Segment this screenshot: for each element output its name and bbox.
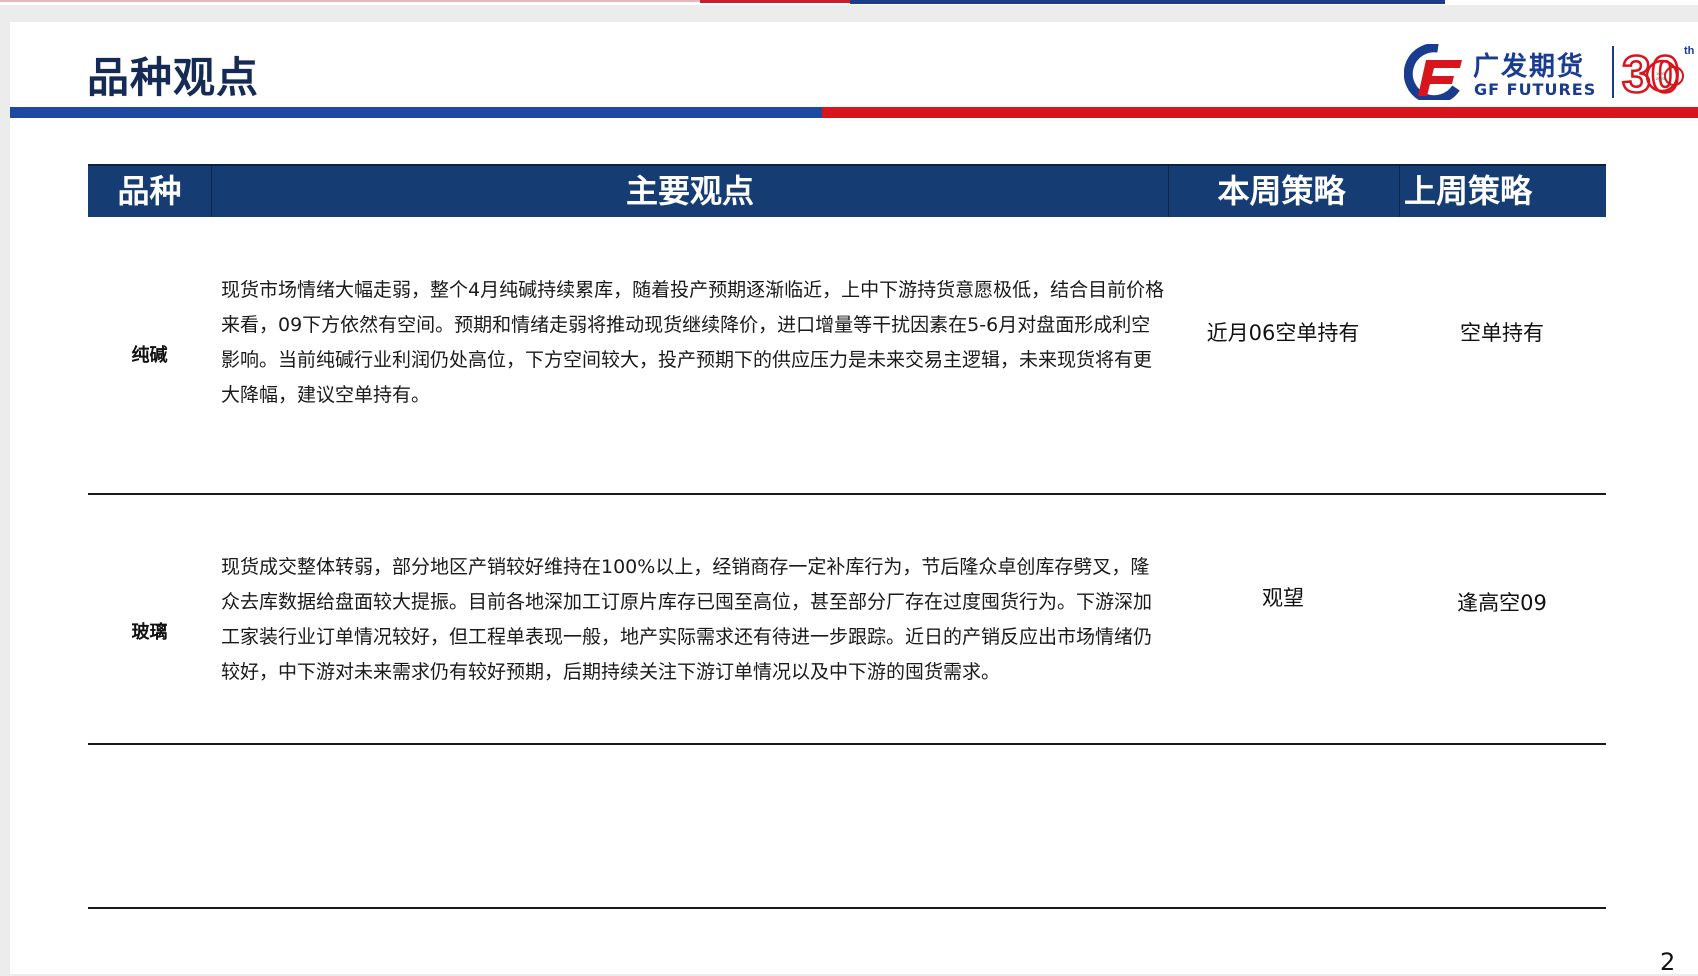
variety-cell: 纯碱: [131, 345, 168, 366]
anniversary-year-bottom: 2023: [1656, 76, 1666, 81]
top-strip-pink: [0, 0, 700, 2]
header-variety: 品种: [117, 172, 182, 210]
strategy-table: 品种 主要观点 本周策略 上周策略 纯碱 现货市场情绪大幅走弱，整个4月纯碱持续…: [88, 164, 1606, 909]
header-bar-red: [822, 107, 1698, 118]
page-number: 2: [1660, 948, 1676, 976]
variety-cell: 玻璃: [131, 622, 168, 643]
slide: 品种观点 广发期货 GF FUTURES 30 th 1993 2023 品种 …: [10, 22, 1698, 974]
anniversary-suffix: th: [1684, 45, 1695, 57]
last-week-strategy-cell: 空单持有: [1460, 321, 1544, 345]
gf-logo-icon: [1404, 44, 1462, 100]
header-this-week: 本周策略: [1217, 172, 1346, 210]
top-strip-red: [700, 0, 850, 3]
anniversary-30-badge: 30 th 1993 2023: [1621, 45, 1695, 104]
logo-name-en: GF FUTURES: [1474, 80, 1597, 99]
top-strip-blue: [850, 0, 1445, 4]
anniversary-number: 30: [1622, 46, 1680, 104]
header-bar-blue: [10, 107, 822, 118]
top-strip: [0, 0, 1698, 5]
page-title: 品种观点: [87, 53, 260, 102]
gf-futures-logo: 广发期货 GF FUTURES 30 th 1993 2023: [1400, 42, 1698, 104]
table-row: 纯碱 现货市场情绪大幅走弱，整个4月纯碱持续累库，随着投产预期逐渐临近，上中下游…: [88, 217, 1606, 495]
view-cell: 现货成交整体转弱，部分地区产销较好维持在100%以上，经销商存一定补库行为，节后…: [221, 556, 1153, 683]
header-main-view: 主要观点: [625, 172, 754, 210]
table-header: 品种 主要观点 本周策略 上周策略: [88, 164, 1606, 217]
header-last-week: 上周策略: [1403, 172, 1532, 210]
view-cell: 现货市场情绪大幅走弱，整个4月纯碱持续累库，随着投产预期逐渐临近，上中下游持货意…: [221, 279, 1165, 406]
table-row: 玻璃 现货成交整体转弱，部分地区产销较好维持在100%以上，经销商存一定补库行为…: [88, 495, 1606, 745]
logo-name-cn: 广发期货: [1473, 52, 1586, 82]
logo-divider: [1612, 46, 1614, 98]
last-week-strategy-cell: 逢高空09: [1457, 591, 1547, 615]
table-row: [88, 745, 1606, 909]
this-week-strategy-cell: 观望: [1262, 586, 1304, 610]
this-week-strategy-cell: 近月06空单持有: [1206, 321, 1360, 345]
